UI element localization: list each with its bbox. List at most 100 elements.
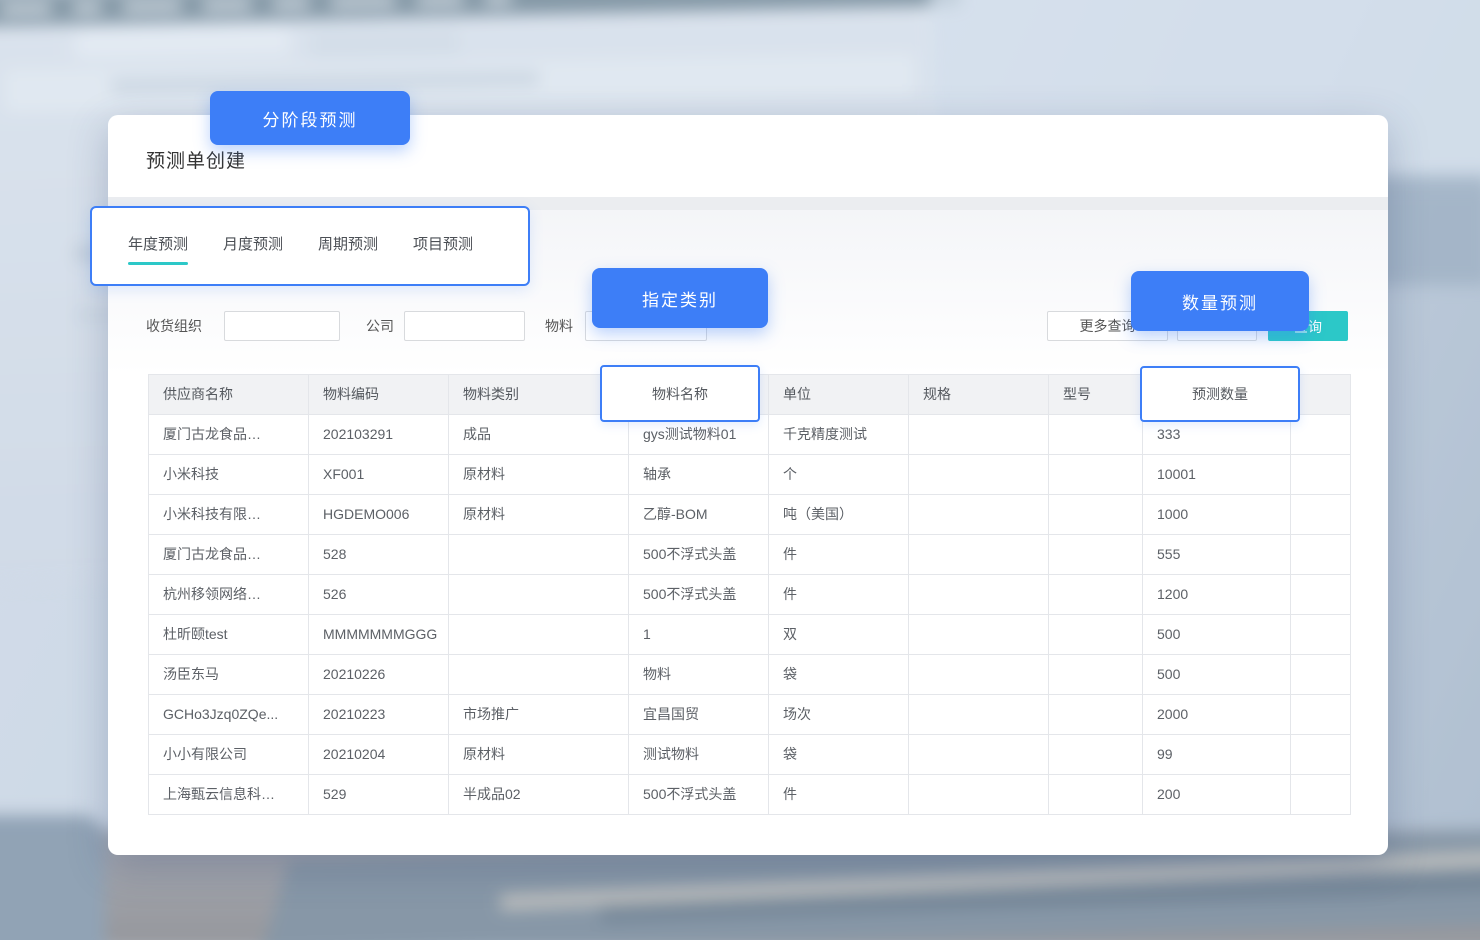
table-cell[interactable]: 厦门古龙食品…	[149, 415, 309, 455]
table-cell[interactable]: 1000	[1143, 495, 1291, 535]
table-cell[interactable]: 小米科技有限…	[149, 495, 309, 535]
table-cell[interactable]: 小小有限公司	[149, 735, 309, 775]
table-cell[interactable]	[909, 415, 1049, 455]
table-cell[interactable]	[909, 535, 1049, 575]
table-cell[interactable]	[449, 655, 629, 695]
table-cell[interactable]: 件	[769, 575, 909, 615]
table-cell[interactable]: HGDEMO006	[309, 495, 449, 535]
company-input[interactable]	[404, 311, 525, 341]
table-cell[interactable]	[909, 575, 1049, 615]
table-cell[interactable]	[909, 735, 1049, 775]
table-cell[interactable]: 20210204	[309, 735, 449, 775]
tab-1[interactable]: 年度预测	[128, 233, 188, 265]
forecast-table: 供应商名称物料编码物料类别物料名称单位规格型号预测数量厦门古龙食品…202103…	[148, 374, 1351, 815]
table-cell[interactable]	[1049, 535, 1143, 575]
table-cell[interactable]: 526	[309, 575, 449, 615]
table-cell[interactable]	[449, 575, 629, 615]
table-cell[interactable]: 2000	[1143, 695, 1291, 735]
table-cell[interactable]	[1049, 495, 1143, 535]
screen: 预测单创建 年度预测月度预测周期预测项目预测 收货组织 公司 物料 更多查询 查…	[0, 0, 1480, 940]
table-cell[interactable]: 件	[769, 775, 909, 815]
table-cell[interactable]: 原材料	[449, 735, 629, 775]
table-cell[interactable]	[909, 655, 1049, 695]
table-cell[interactable]: 市场推广	[449, 695, 629, 735]
table-cell[interactable]: 上海甄云信息科…	[149, 775, 309, 815]
table-cell[interactable]: 500不浮式头盖	[629, 535, 769, 575]
table-cell[interactable]	[1049, 735, 1143, 775]
table-cell[interactable]: 宜昌国贸	[629, 695, 769, 735]
table-cell[interactable]: GCHo3Jzq0ZQe...	[149, 695, 309, 735]
table-cell[interactable]	[1291, 535, 1351, 575]
table-cell[interactable]: 528	[309, 535, 449, 575]
table-cell[interactable]: 200	[1143, 775, 1291, 815]
table-cell[interactable]: 1200	[1143, 575, 1291, 615]
table-cell[interactable]	[449, 535, 629, 575]
table-cell[interactable]	[909, 775, 1049, 815]
table-cell[interactable]: 1	[629, 615, 769, 655]
table-cell[interactable]	[1049, 415, 1143, 455]
table-cell[interactable]: 202103291	[309, 415, 449, 455]
table-cell[interactable]	[1291, 695, 1351, 735]
table-cell[interactable]	[1291, 655, 1351, 695]
table-cell[interactable]: 轴承	[629, 455, 769, 495]
table-cell[interactable]: 500	[1143, 615, 1291, 655]
table-cell[interactable]: 杜昕颐test	[149, 615, 309, 655]
table-cell[interactable]: 529	[309, 775, 449, 815]
table-cell[interactable]: 厦门古龙食品…	[149, 535, 309, 575]
table-cell[interactable]: 500不浮式头盖	[629, 775, 769, 815]
table-cell[interactable]: 乙醇-BOM	[629, 495, 769, 535]
table-cell[interactable]	[1291, 415, 1351, 455]
table-cell[interactable]	[1049, 575, 1143, 615]
table-cell[interactable]	[909, 695, 1049, 735]
table-cell[interactable]: 测试物料	[629, 735, 769, 775]
table-cell[interactable]	[1049, 695, 1143, 735]
column-header-6: 规格	[909, 375, 1049, 415]
table-cell[interactable]: 原材料	[449, 455, 629, 495]
table-cell[interactable]: XF001	[309, 455, 449, 495]
table-cell[interactable]	[1049, 615, 1143, 655]
tab-4[interactable]: 项目预测	[413, 233, 473, 265]
table-cell[interactable]	[909, 615, 1049, 655]
table-cell[interactable]: 半成品02	[449, 775, 629, 815]
tab-2[interactable]: 月度预测	[223, 233, 283, 265]
table-cell[interactable]	[1291, 615, 1351, 655]
table-cell[interactable]: 99	[1143, 735, 1291, 775]
column-header-5: 单位	[769, 375, 909, 415]
table-cell[interactable]: 袋	[769, 655, 909, 695]
table-cell[interactable]: 汤臣东马	[149, 655, 309, 695]
table-cell[interactable]: 10001	[1143, 455, 1291, 495]
table-cell[interactable]: 20210226	[309, 655, 449, 695]
tabs-callout-box: 年度预测 月度预测 周期预测 项目预测	[90, 206, 530, 286]
tab-3[interactable]: 周期预测	[318, 233, 378, 265]
table-cell[interactable]: MMMMMMMGGG	[309, 615, 449, 655]
table-cell[interactable]: 杭州移领网络…	[149, 575, 309, 615]
table-cell[interactable]: 500	[1143, 655, 1291, 695]
table-cell[interactable]	[1049, 455, 1143, 495]
table-cell[interactable]: 500不浮式头盖	[629, 575, 769, 615]
table-cell[interactable]	[1291, 495, 1351, 535]
table-cell[interactable]	[1291, 575, 1351, 615]
receiving-org-input[interactable]	[224, 311, 340, 341]
table-cell[interactable]	[909, 495, 1049, 535]
table-cell[interactable]: 袋	[769, 735, 909, 775]
table-cell[interactable]: 场次	[769, 695, 909, 735]
table-cell[interactable]	[1049, 775, 1143, 815]
column-header-7: 型号	[1049, 375, 1143, 415]
tabs: 年度预测 月度预测 周期预测 项目预测	[92, 233, 528, 265]
table-cell[interactable]	[909, 455, 1049, 495]
table-cell[interactable]: 吨（美国）	[769, 495, 909, 535]
table-cell[interactable]: 双	[769, 615, 909, 655]
table-cell[interactable]	[1049, 655, 1143, 695]
table-cell[interactable]: 千克精度测试	[769, 415, 909, 455]
table-cell[interactable]: 20210223	[309, 695, 449, 735]
table-cell[interactable]	[1291, 455, 1351, 495]
table-cell[interactable]	[449, 615, 629, 655]
table-cell[interactable]	[1291, 735, 1351, 775]
table-cell[interactable]: 小米科技	[149, 455, 309, 495]
table-cell[interactable]: 件	[769, 535, 909, 575]
table-cell[interactable]: 个	[769, 455, 909, 495]
table-cell[interactable]	[1291, 775, 1351, 815]
table-cell[interactable]: 原材料	[449, 495, 629, 535]
table-cell[interactable]: 物料	[629, 655, 769, 695]
table-cell[interactable]: 555	[1143, 535, 1291, 575]
